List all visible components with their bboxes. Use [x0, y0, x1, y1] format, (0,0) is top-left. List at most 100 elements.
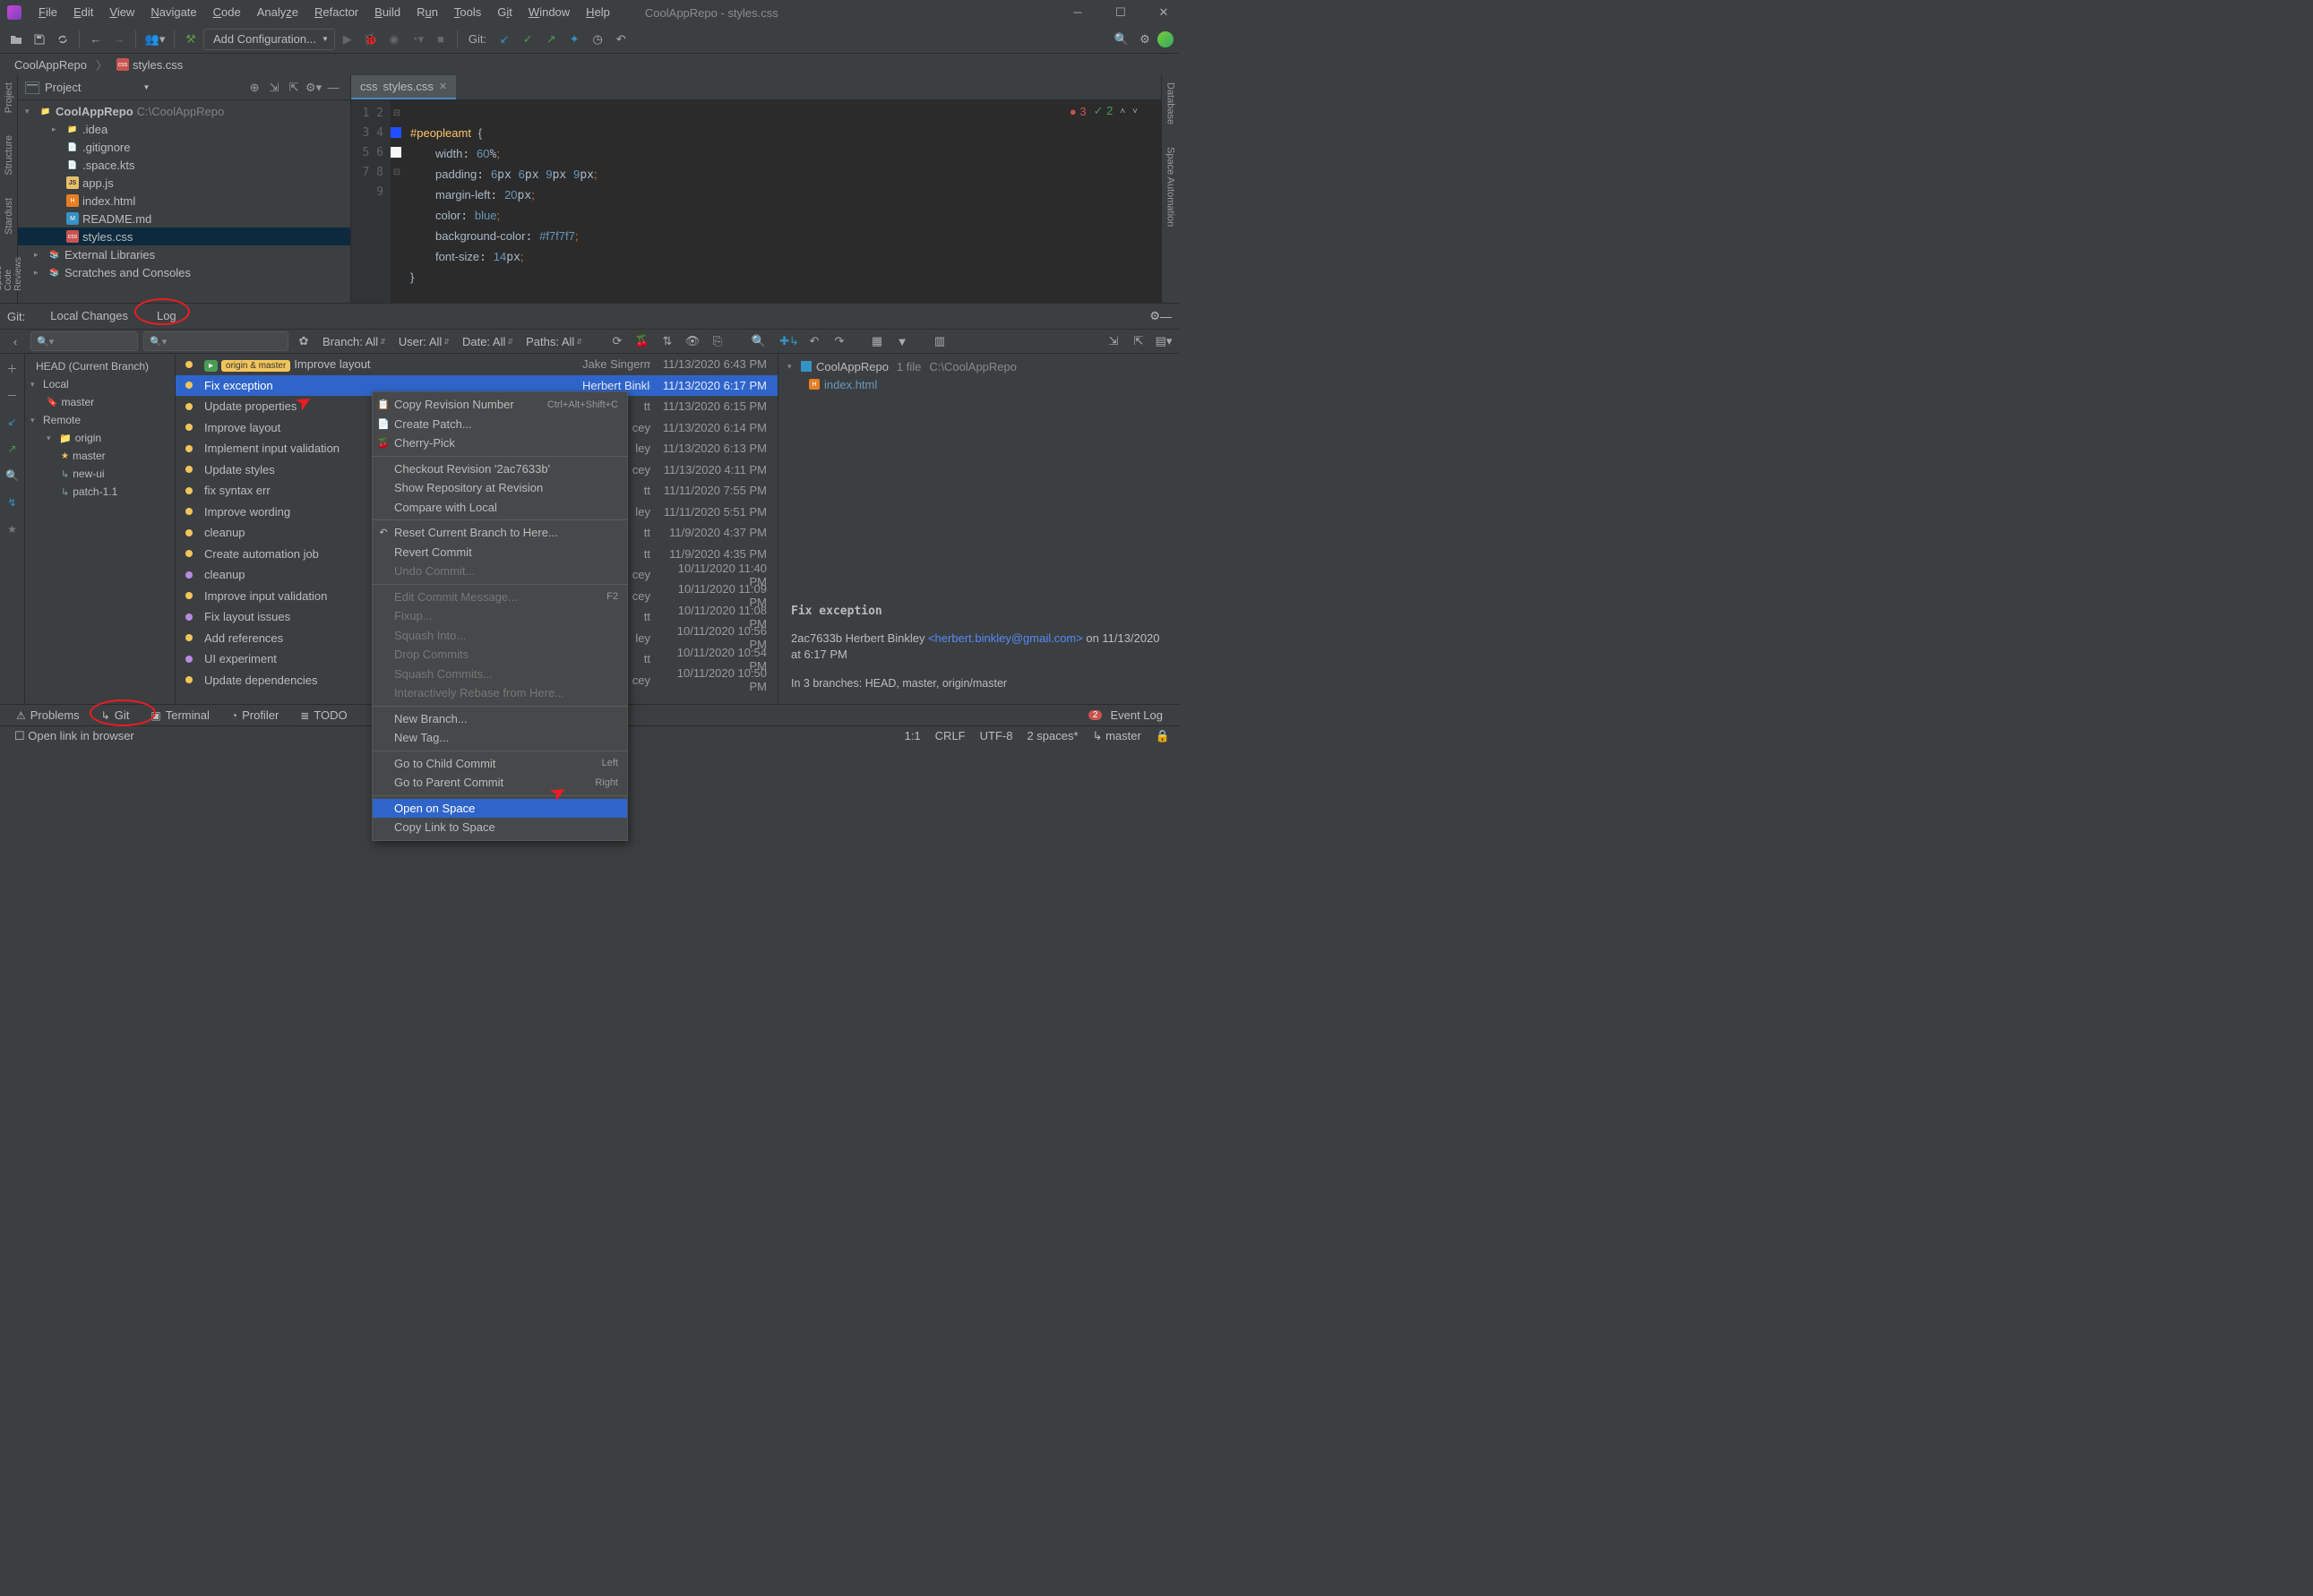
- context-menu-item[interactable]: Revert Commit: [373, 543, 627, 562]
- tree-extra[interactable]: ▸📚External Libraries: [18, 245, 350, 263]
- undo-icon[interactable]: ↶: [804, 331, 824, 351]
- menu-run[interactable]: Run: [408, 0, 446, 25]
- menu-code[interactable]: Code: [205, 0, 249, 25]
- menu-help[interactable]: Help: [578, 0, 618, 25]
- menu-analyze[interactable]: Analyze: [249, 0, 306, 25]
- panel-settings-icon[interactable]: ⚙▾: [304, 78, 323, 98]
- paths-filter[interactable]: Paths: All⇵: [522, 335, 586, 348]
- search-everywhere-icon[interactable]: 🔍: [1111, 29, 1132, 50]
- editor-tab-styles[interactable]: css styles.css ✕: [351, 75, 456, 99]
- menu-build[interactable]: Build: [366, 0, 408, 25]
- stop-icon[interactable]: ■: [430, 29, 451, 50]
- tab-log[interactable]: Log: [142, 304, 191, 329]
- debug-icon[interactable]: 🐞: [360, 29, 382, 50]
- tree-item[interactable]: cssstyles.css: [18, 227, 350, 245]
- menu-navigate[interactable]: Navigate: [142, 0, 204, 25]
- tool-git[interactable]: ↳Git: [92, 708, 139, 722]
- caret-position[interactable]: 1:1: [905, 729, 921, 742]
- menu-git[interactable]: Git: [489, 0, 520, 25]
- collapse-all-icon[interactable]: ⇱: [284, 78, 304, 98]
- run-icon[interactable]: ▶: [337, 29, 358, 50]
- chevron-down-icon[interactable]: ▼: [143, 83, 150, 91]
- breadcrumb-root[interactable]: CoolAppRepo: [9, 56, 92, 73]
- branch-origin[interactable]: ▾📁origin: [25, 429, 175, 447]
- forward-icon[interactable]: →: [108, 29, 130, 50]
- context-menu-item[interactable]: 🍒Cherry-Pick: [373, 433, 627, 453]
- window-maximize[interactable]: ☐: [1113, 5, 1129, 20]
- tool-project[interactable]: Project: [4, 82, 14, 113]
- refresh-icon[interactable]: ⟳: [607, 331, 627, 351]
- find-icon[interactable]: 🔍: [4, 467, 21, 485]
- settings-icon[interactable]: ⚙: [1134, 29, 1156, 50]
- hide-panel-icon[interactable]: —: [323, 78, 343, 98]
- tree-item[interactable]: JSapp.js: [18, 174, 350, 192]
- add-icon[interactable]: ＋: [4, 359, 21, 377]
- open-icon[interactable]: [5, 29, 27, 50]
- context-menu-item[interactable]: Compare with Local: [373, 498, 627, 518]
- tree-root[interactable]: ▾📁CoolAppRepo C:\CoolAppRepo: [18, 102, 350, 120]
- collapse-left-icon[interactable]: ‹: [5, 331, 25, 351]
- eye-icon[interactable]: 👁: [683, 331, 702, 351]
- branch-item[interactable]: ↳new-ui: [25, 465, 175, 483]
- chevron-down-icon[interactable]: ˅: [1132, 107, 1138, 116]
- branch-remote[interactable]: ▾Remote: [25, 411, 175, 429]
- commit-row[interactable]: ▸origin & masterImprove layoutJake Singe…: [176, 354, 778, 375]
- context-menu-item[interactable]: Checkout Revision '2ac7633b': [373, 459, 627, 479]
- line-separator[interactable]: CRLF: [935, 729, 966, 742]
- code-with-me-icon[interactable]: 👥▾: [142, 29, 168, 50]
- expand-all-icon[interactable]: ⇲: [264, 78, 284, 98]
- context-menu-item[interactable]: ↶Reset Current Branch to Here...: [373, 523, 627, 543]
- branch-filter-search[interactable]: 🔍▾: [30, 331, 138, 351]
- coverage-icon[interactable]: ◉: [383, 29, 405, 50]
- context-menu-item[interactable]: Copy Link to Space: [373, 818, 627, 837]
- code-editor[interactable]: #peopleamt { width: 60%; padding: 6px 6p…: [403, 100, 1161, 303]
- locate-icon[interactable]: ⊕: [245, 78, 264, 98]
- commit-email[interactable]: <herbert.binkley@gmail.com>: [928, 631, 1083, 645]
- group-by-icon[interactable]: ▤▾: [1154, 331, 1174, 351]
- breadcrumb-file[interactable]: cssstyles.css: [111, 56, 188, 73]
- editor-inspection-widget[interactable]: ● 3 ✓ 2 ˄ ˅: [1070, 104, 1138, 118]
- vcs-update-icon[interactable]: ↙: [494, 29, 515, 50]
- branch-item[interactable]: 🔖master: [25, 393, 175, 411]
- expand-tree-icon[interactable]: ⇲: [1104, 331, 1123, 351]
- context-menu-item[interactable]: Go to Child CommitLeft: [373, 754, 627, 774]
- git-settings-icon[interactable]: ⚙: [1149, 309, 1160, 323]
- context-menu-item[interactable]: Show Repository at Revision: [373, 478, 627, 498]
- branch-item[interactable]: ★master: [25, 447, 175, 465]
- profile-icon[interactable]: ◔▾: [407, 29, 428, 50]
- warning-badge[interactable]: ✓ 2: [1094, 104, 1114, 118]
- branch-item[interactable]: ↳patch-1.1: [25, 483, 175, 501]
- tree-item[interactable]: MREADME.md: [18, 210, 350, 227]
- git-branch-status[interactable]: ↳ master: [1093, 729, 1141, 743]
- delete-icon[interactable]: －: [4, 386, 21, 404]
- branch-filter[interactable]: Branch: All⇵: [319, 335, 390, 348]
- window-close[interactable]: ✕: [1156, 5, 1172, 20]
- grid-icon[interactable]: ▦: [867, 331, 887, 351]
- context-menu-item[interactable]: Open on Space: [373, 799, 627, 819]
- close-tab-icon[interactable]: ✕: [439, 81, 447, 92]
- vcs-commit-icon[interactable]: ✓: [517, 29, 538, 50]
- file-encoding[interactable]: UTF-8: [980, 729, 1013, 742]
- run-config-combo[interactable]: Add Configuration...: [203, 29, 335, 50]
- branch-head[interactable]: HEAD (Current Branch): [25, 357, 175, 375]
- project-panel-title[interactable]: Project: [45, 81, 140, 94]
- tool-space-automation[interactable]: Space Automation: [1165, 147, 1176, 227]
- vcs-history-icon[interactable]: ✦: [563, 29, 585, 50]
- lock-icon[interactable]: 🔒: [1156, 729, 1170, 743]
- goto-icon[interactable]: ⎘: [708, 331, 727, 351]
- tab-local-changes[interactable]: Local Changes: [36, 304, 142, 329]
- collapse-tree-icon[interactable]: ⇱: [1129, 331, 1148, 351]
- fetch-icon[interactable]: ↯: [4, 493, 21, 511]
- event-log[interactable]: 2Event Log: [1079, 708, 1172, 722]
- window-minimize[interactable]: ─: [1070, 5, 1086, 20]
- tool-database[interactable]: Database: [1165, 82, 1176, 124]
- tree-item[interactable]: ▸📁.idea: [18, 120, 350, 138]
- new-branch-icon[interactable]: ✚↳: [779, 331, 799, 351]
- error-badge[interactable]: ● 3: [1070, 105, 1087, 118]
- sync-icon[interactable]: [52, 29, 73, 50]
- sort-icon[interactable]: ⇅: [658, 331, 677, 351]
- user-filter[interactable]: User: All⇵: [395, 335, 453, 348]
- update-icon[interactable]: ↙: [4, 413, 21, 431]
- avatar-icon[interactable]: [1157, 31, 1174, 47]
- save-icon[interactable]: [29, 29, 50, 50]
